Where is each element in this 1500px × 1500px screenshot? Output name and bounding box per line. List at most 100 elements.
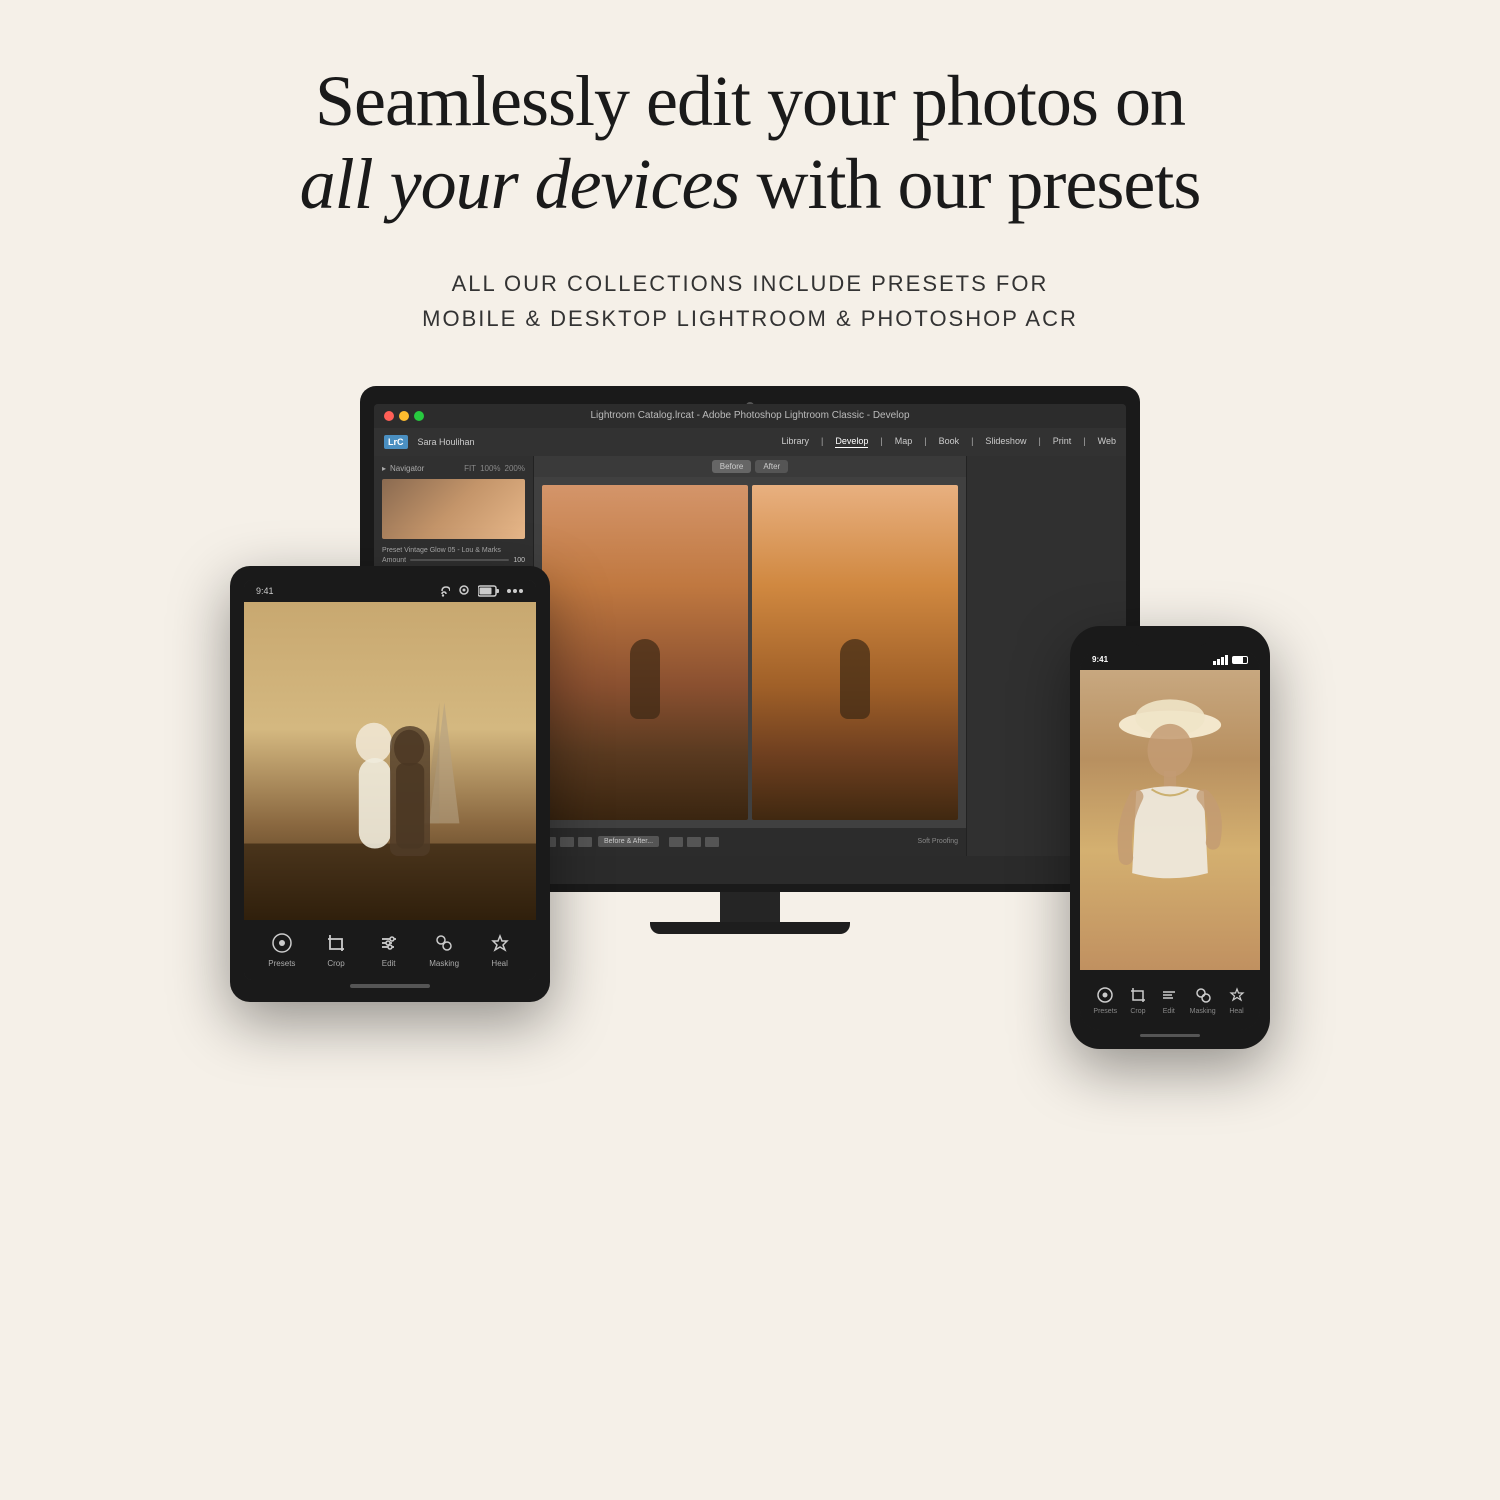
lr-nav-separator6: | [1083,436,1085,448]
tablet-tool-heal[interactable]: Heal [488,931,512,968]
phone-tool-edit[interactable]: Edit [1159,985,1179,1015]
lr-after-btn[interactable]: After [755,460,788,473]
lr-username: Sara Houlihan [418,437,475,447]
title-italic: all your devices [300,144,740,224]
battery-fill [1233,657,1243,663]
phone-heal-label: Heal [1229,1008,1243,1015]
tablet-photo-svg [244,602,536,920]
presets-label: Presets [268,959,295,968]
tablet-status-icons [434,584,524,598]
lr-nav-print[interactable]: Print [1053,436,1072,448]
phone-tool-heal[interactable]: Heal [1227,985,1247,1015]
lr-icon-6 [705,837,719,847]
lr-nav-separator5: | [1038,436,1040,448]
lr-before-after-bar: Before After [534,456,966,477]
phone-content [1080,670,1260,970]
lr-icon-5 [687,837,701,847]
presets-svg-icon [271,932,293,954]
lr-maximize-dot [414,411,424,421]
lr-nav-200: 200% [505,464,525,473]
phone-home-indicator [1140,1034,1200,1037]
lr-nav-separator3: | [924,436,926,448]
masking-svg-icon [433,932,455,954]
more-icon [506,584,524,598]
phone-presets-icon [1095,985,1115,1005]
phone-tool-presets[interactable]: Presets [1093,985,1117,1015]
phone-tool-crop[interactable]: Crop [1128,985,1148,1015]
lr-preview-img [382,479,525,539]
edit-label: Edit [382,959,396,968]
lr-amount-label: Amount [382,557,406,564]
crop-icon [324,931,348,955]
lr-nav-separator1: | [821,436,823,448]
phone-masking-icon [1193,985,1213,1005]
phone-masking-svg [1194,986,1212,1004]
lr-photo-before [542,485,748,820]
phone-status-icons [1213,655,1248,665]
phone-toolbar[interactable]: Presets Crop [1080,970,1260,1030]
lr-nav-separator4: | [971,436,973,448]
tablet-home-indicator [350,984,430,988]
lr-nav-fit: FIT [464,464,476,473]
lr-nav-library[interactable]: Library [781,436,809,448]
lr-navigator-preview [382,479,525,539]
header-section: Seamlessly edit your photos on all your … [220,0,1281,356]
main-title: Seamlessly edit your photos on all your … [300,60,1201,226]
lr-before-btn[interactable]: Before [712,460,752,473]
lr-amount-bar[interactable] [410,559,509,561]
phone-edit-icon [1159,985,1179,1005]
tablet-top-bar: 9:41 [244,580,536,602]
phone-screen: 9:41 [1080,650,1260,1030]
lr-nav-separator2: | [880,436,882,448]
phone-crop-label: Crop [1130,1008,1145,1015]
wifi-icon [434,584,450,598]
lr-photo-after [752,485,958,820]
tablet-tool-edit[interactable]: Edit [377,931,401,968]
lr-titlebar: Lightroom Catalog.lrcat - Adobe Photosho… [374,404,1126,428]
phone-edit-svg [1160,986,1178,1004]
tablet-tool-crop[interactable]: Crop [324,931,348,968]
lr-main-area: Before After [534,456,966,856]
phone-heal-icon [1227,985,1247,1005]
phone-presets-label: Presets [1093,1008,1117,1015]
phone-status-bar: 9:41 [1080,650,1260,670]
lr-nav-map[interactable]: Map [895,436,913,448]
phone-time: 9:41 [1092,655,1108,664]
tablet-content [244,602,536,920]
battery-icon [478,584,500,598]
tablet: 9:41 [230,566,550,1002]
lr-nav-triangle: ▸ [382,464,386,473]
lr-close-dot [384,411,394,421]
lr-menubar: LrC Sara Houlihan Library | Develop | Ma… [374,428,1126,456]
crop-svg-icon [325,932,347,954]
edit-icon [377,931,401,955]
lr-nav-develop[interactable]: Develop [835,436,868,448]
battery-icon [1232,656,1248,664]
phone-tool-masking[interactable]: Masking [1190,985,1216,1015]
phone: 9:41 [1070,626,1270,1049]
lr-nav-slideshow[interactable]: Slideshow [985,436,1026,448]
lr-nav-book[interactable]: Book [939,436,960,448]
lr-navigator-label: Navigator [390,464,424,473]
signal-icon [1213,655,1228,665]
tablet-photo [244,602,536,920]
monitor-foot [650,922,850,934]
tablet-tool-presets[interactable]: Presets [268,931,295,968]
lr-icon-2 [560,837,574,847]
masking-label: Masking [429,959,459,968]
lr-amount-value: 100 [513,557,525,564]
phone-notch [1130,626,1210,646]
lr-nav-web[interactable]: Web [1098,436,1116,448]
phone-heal-svg [1228,986,1246,1004]
lr-window-title: Lightroom Catalog.lrcat - Adobe Photosho… [590,410,909,421]
lr-icon-4 [669,837,683,847]
lr-ba-select[interactable]: Before & After... [598,836,659,847]
lr-nav: Library | Develop | Map | Book | Slidesh… [781,436,1116,448]
lr-icon-3 [578,837,592,847]
heal-icon [488,931,512,955]
phone-presets-svg [1096,986,1114,1004]
edit-svg-icon [378,932,400,954]
tablet-toolbar[interactable]: Presets Crop [244,920,536,980]
lr-navigator-header: ▸ Navigator FIT 100% 200% [382,464,525,473]
tablet-tool-masking[interactable]: Masking [429,931,459,968]
